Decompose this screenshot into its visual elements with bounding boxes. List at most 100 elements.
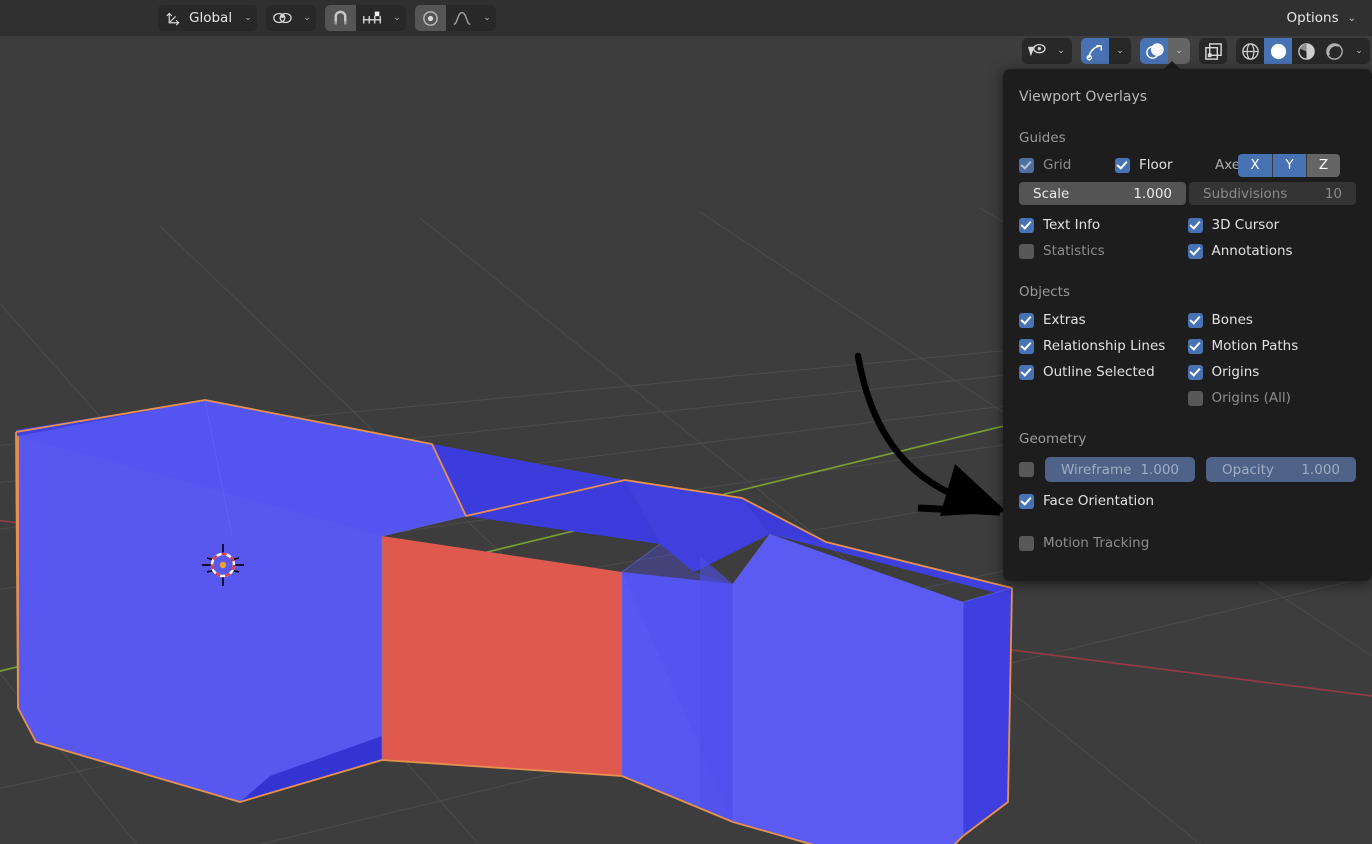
axes-toggle-group[interactable]: X Y Z — [1238, 153, 1340, 177]
relationship-lines-label: Relationship Lines — [1043, 338, 1166, 354]
snapping-group[interactable]: ⌄ — [325, 5, 407, 31]
origins-all-label: Origins (All) — [1211, 390, 1291, 406]
transform-orientation-group[interactable]: Global ⌄ — [158, 5, 258, 31]
popover-title: Viewport Overlays — [1019, 89, 1148, 105]
chevron-down-icon[interactable]: ⌄ — [1348, 38, 1370, 64]
outline-selected-checkbox[interactable] — [1019, 364, 1034, 380]
pivot-point-icon — [273, 12, 292, 24]
pivot-point-button[interactable] — [266, 5, 298, 31]
motion-paths-label: Motion Paths — [1211, 338, 1299, 354]
shading-rendered-icon — [1325, 42, 1343, 60]
grid-scale-label: Scale — [1033, 185, 1070, 202]
relationship-lines-checkbox[interactable] — [1019, 338, 1034, 354]
chevron-down-icon[interactable]: ⌄ — [1109, 38, 1131, 64]
bones-label: Bones — [1211, 312, 1253, 328]
xray-toggle-icon — [1204, 42, 1222, 60]
section-header-geometry: Geometry — [1019, 431, 1087, 447]
chevron-down-icon[interactable]: ⌄ — [388, 13, 406, 23]
shading-solid-icon — [1270, 43, 1286, 59]
text-info-label: Text Info — [1043, 217, 1101, 233]
magnet-icon — [334, 10, 347, 24]
proportional-falloff-button[interactable] — [446, 5, 478, 31]
bones-checkbox[interactable] — [1187, 312, 1203, 328]
origins-checkbox[interactable] — [1187, 364, 1203, 380]
xray-toggle-button[interactable] — [1199, 38, 1227, 64]
face-orientation-label: Face Orientation — [1043, 493, 1155, 509]
axis-toggle-y[interactable]: Y — [1272, 153, 1306, 177]
shading-material-preview-button[interactable] — [1292, 38, 1320, 64]
gizmo-icon — [1086, 44, 1102, 60]
grid-scale-value: 1.000 — [1133, 185, 1172, 202]
pivot-point-group[interactable]: ⌄ — [266, 5, 317, 31]
wireframe-checkbox[interactable] — [1019, 462, 1034, 477]
shading-wireframe-icon — [1241, 42, 1259, 60]
opacity-value: 1.000 — [1301, 461, 1340, 478]
extras-checkbox[interactable] — [1019, 312, 1034, 328]
snap-magnet-toggle[interactable] — [325, 5, 357, 31]
viewport-overlays-popover[interactable]: Viewport Overlays Guides Grid Floor Axes… — [1003, 69, 1372, 581]
proportional-editing-group[interactable]: ⌄ — [415, 5, 497, 31]
outline-selected-label: Outline Selected — [1043, 364, 1155, 380]
smooth-falloff-icon — [453, 11, 471, 26]
wireframe-label: Wireframe — [1061, 461, 1132, 478]
opacity-slider[interactable]: Opacity 1.000 — [1206, 457, 1356, 482]
chevron-down-icon[interactable]: ⌄ — [1050, 38, 1072, 64]
motion-tracking-checkbox[interactable] — [1019, 535, 1034, 551]
overlays-icon — [1145, 42, 1164, 59]
viewport-header-right: ⌄ ⌄ ⌄ ⌄ — [1013, 36, 1370, 66]
section-header-guides: Guides — [1019, 130, 1066, 146]
object-visibility-group[interactable]: ⌄ — [1022, 38, 1072, 64]
grid-label: Grid — [1043, 157, 1072, 173]
xray-group[interactable] — [1199, 38, 1227, 64]
snap-increment-icon — [362, 11, 382, 24]
grid-scale-field[interactable]: Scale 1.000 — [1019, 182, 1186, 205]
face-orientation-checkbox[interactable] — [1019, 493, 1034, 509]
blender-window: Global ⌄ ⌄ ⌄ ⌄ Options ⌄ ⌄ ⌄ ⌄ ⌄ Viewpor… — [0, 0, 1372, 844]
shading-solid-button[interactable] — [1264, 38, 1292, 64]
floor-checkbox[interactable] — [1115, 157, 1130, 173]
options-label: Options — [1286, 10, 1339, 26]
annotations-label: Annotations — [1211, 243, 1293, 259]
shading-material-preview-icon — [1297, 42, 1315, 60]
chevron-down-icon[interactable]: ⌄ — [478, 13, 496, 23]
snap-target-button[interactable] — [356, 5, 388, 31]
grid-subdivisions-label: Subdivisions — [1203, 185, 1288, 202]
grid-checkbox[interactable] — [1019, 157, 1034, 173]
proportional-edit-toggle[interactable] — [415, 5, 447, 31]
text-info-checkbox[interactable] — [1019, 217, 1034, 233]
motion-tracking-label: Motion Tracking — [1043, 535, 1150, 551]
extras-label: Extras — [1043, 312, 1086, 328]
transform-orientation-button[interactable]: Global — [158, 5, 239, 31]
statistics-label: Statistics — [1043, 243, 1105, 259]
annotations-checkbox[interactable] — [1187, 243, 1203, 259]
axis-toggle-x[interactable]: X — [1238, 153, 1272, 177]
grid-number-fields: Scale 1.000 Subdivisions 10 — [1019, 182, 1356, 205]
section-header-objects: Objects — [1019, 284, 1071, 300]
chevron-down-icon[interactable]: ⌄ — [239, 13, 257, 23]
tool-settings-header: Global ⌄ ⌄ ⌄ ⌄ Options ⌄ — [0, 0, 1372, 36]
options-button[interactable]: Options ⌄ — [1276, 5, 1364, 31]
shading-rendered-button[interactable] — [1320, 38, 1348, 64]
origins-label: Origins — [1211, 364, 1260, 380]
gizmo-group[interactable]: ⌄ — [1081, 38, 1131, 64]
object-visibility-icon — [1027, 43, 1046, 56]
wireframe-value: 1.000 — [1140, 461, 1179, 478]
grid-subdivisions-field[interactable]: Subdivisions 10 — [1189, 182, 1356, 205]
motion-paths-checkbox[interactable] — [1187, 338, 1203, 354]
opacity-label: Opacity — [1222, 461, 1274, 478]
grid-subdivisions-value: 10 — [1324, 185, 1342, 202]
axis-toggle-z[interactable]: Z — [1306, 153, 1340, 177]
3d-cursor-label: 3D Cursor — [1211, 217, 1280, 233]
shading-wireframe-button[interactable] — [1236, 38, 1264, 64]
3d-cursor-checkbox[interactable] — [1187, 217, 1203, 233]
floor-label: Floor — [1139, 157, 1173, 173]
gizmo-toggle-button[interactable] — [1081, 38, 1109, 64]
origins-all-checkbox[interactable] — [1187, 390, 1203, 406]
wireframe-row: Wireframe 1.000 Opacity 1.000 — [1019, 457, 1356, 482]
transform-orientation-label: Global — [189, 10, 233, 26]
object-visibility-button[interactable] — [1022, 38, 1050, 64]
shading-modes-group[interactable]: ⌄ — [1236, 38, 1370, 64]
statistics-checkbox[interactable] — [1019, 243, 1034, 259]
chevron-down-icon[interactable]: ⌄ — [298, 13, 316, 23]
wireframe-slider[interactable]: Wireframe 1.000 — [1045, 457, 1195, 482]
